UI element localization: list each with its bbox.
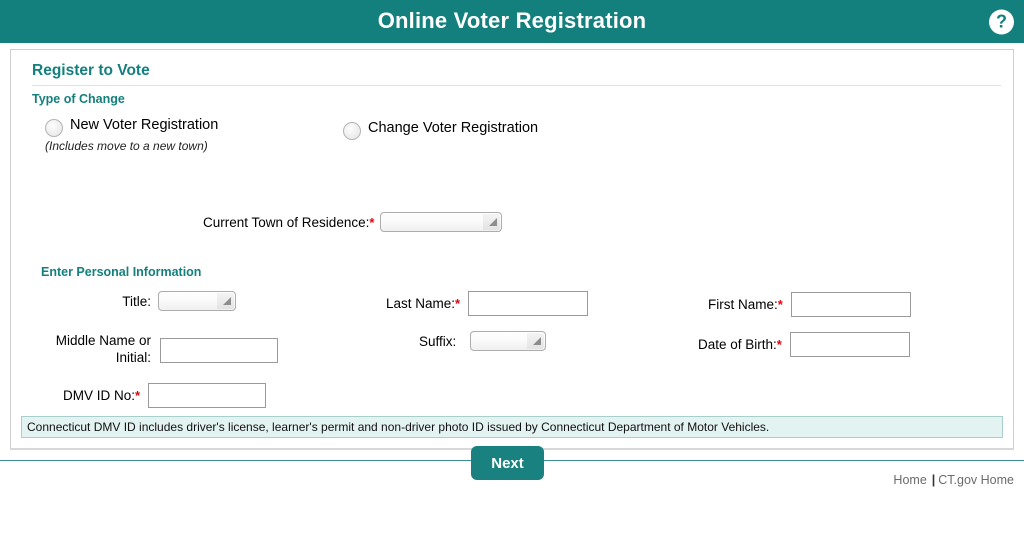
next-button[interactable]: Next (471, 446, 544, 480)
footer-divider: | (931, 473, 936, 487)
input-last-name[interactable] (468, 291, 589, 316)
help-icon[interactable]: ? (989, 9, 1014, 34)
field-first-name: First Name: * (708, 292, 911, 317)
input-middle-name[interactable] (160, 338, 278, 363)
input-first-name[interactable] (790, 292, 911, 317)
panel-wrapper: Register to Vote Type of Change New Vote… (0, 43, 1024, 480)
label-middle-name-line1: Middle Name or (55, 333, 151, 348)
label-date-of-birth: Date of Birth: (698, 337, 777, 352)
label-current-town-of-residence: Current Town of Residence: (203, 214, 370, 230)
label-suffix: Suffix: (419, 333, 457, 349)
footer-link-home[interactable]: Home (893, 473, 926, 487)
radio-option-new-voter-registration[interactable]: New Voter Registration (45, 117, 218, 137)
input-dmv-id[interactable] (148, 383, 267, 408)
required-marker: * (369, 214, 375, 230)
dropdown-current-town-of-residence[interactable] (380, 212, 503, 232)
radio-button-icon[interactable] (45, 119, 63, 137)
subsection-heading-enter-personal-information: Enter Personal Information (41, 265, 202, 279)
required-marker: * (777, 297, 783, 312)
label-title: Title: (122, 293, 151, 309)
footer-link-ctgov-home[interactable]: CT.gov Home (938, 473, 1014, 487)
field-suffix: Suffix: (419, 331, 547, 351)
field-last-name: Last Name: * (386, 291, 589, 316)
field-title: Title: (111, 291, 236, 311)
radio-label-new-voter-registration: New Voter Registration (70, 117, 219, 133)
field-date-of-birth: Date of Birth: * (698, 332, 910, 357)
chevron-down-icon (217, 293, 234, 309)
info-message-bar: Connecticut DMV ID includes driver's lic… (21, 416, 1003, 438)
label-middle-name: Middle Name or Initial: (41, 329, 151, 366)
radio-option-change-voter-registration[interactable]: Change Voter Registration (343, 120, 538, 140)
label-dmv-id: DMV ID No: (63, 388, 136, 403)
radio-note-new-voter-registration: (Includes move to a new town) (45, 139, 208, 153)
dropdown-title[interactable] (158, 291, 236, 311)
required-marker: * (455, 296, 461, 311)
app-header: Online Voter Registration ? (0, 0, 1024, 43)
field-current-town-of-residence: Current Town of Residence: * (203, 212, 503, 232)
label-last-name: Last Name: (386, 296, 456, 311)
registration-form-panel: Register to Vote Type of Change New Vote… (10, 49, 1014, 480)
required-marker: * (776, 337, 782, 352)
section-heading-register-to-vote: Register to Vote (32, 62, 1001, 86)
chevron-down-icon (527, 333, 545, 349)
type-of-change-radio-group: New Voter Registration (Includes move to… (32, 114, 1001, 154)
subsection-heading-type-of-change: Type of Change (32, 92, 125, 106)
label-first-name: First Name: (708, 297, 778, 312)
chevron-down-icon (483, 214, 501, 230)
dropdown-suffix[interactable] (470, 331, 547, 351)
input-date-of-birth[interactable] (789, 332, 910, 357)
field-dmv-id: DMV ID No: * (63, 383, 267, 408)
radio-label-change-voter-registration: Change Voter Registration (368, 120, 539, 136)
required-marker: * (135, 388, 141, 403)
radio-button-icon[interactable] (343, 122, 361, 140)
field-middle-name: Middle Name or Initial: (41, 329, 278, 366)
label-middle-name-line2: Initial: (115, 350, 151, 365)
page-title: Online Voter Registration (377, 8, 647, 33)
